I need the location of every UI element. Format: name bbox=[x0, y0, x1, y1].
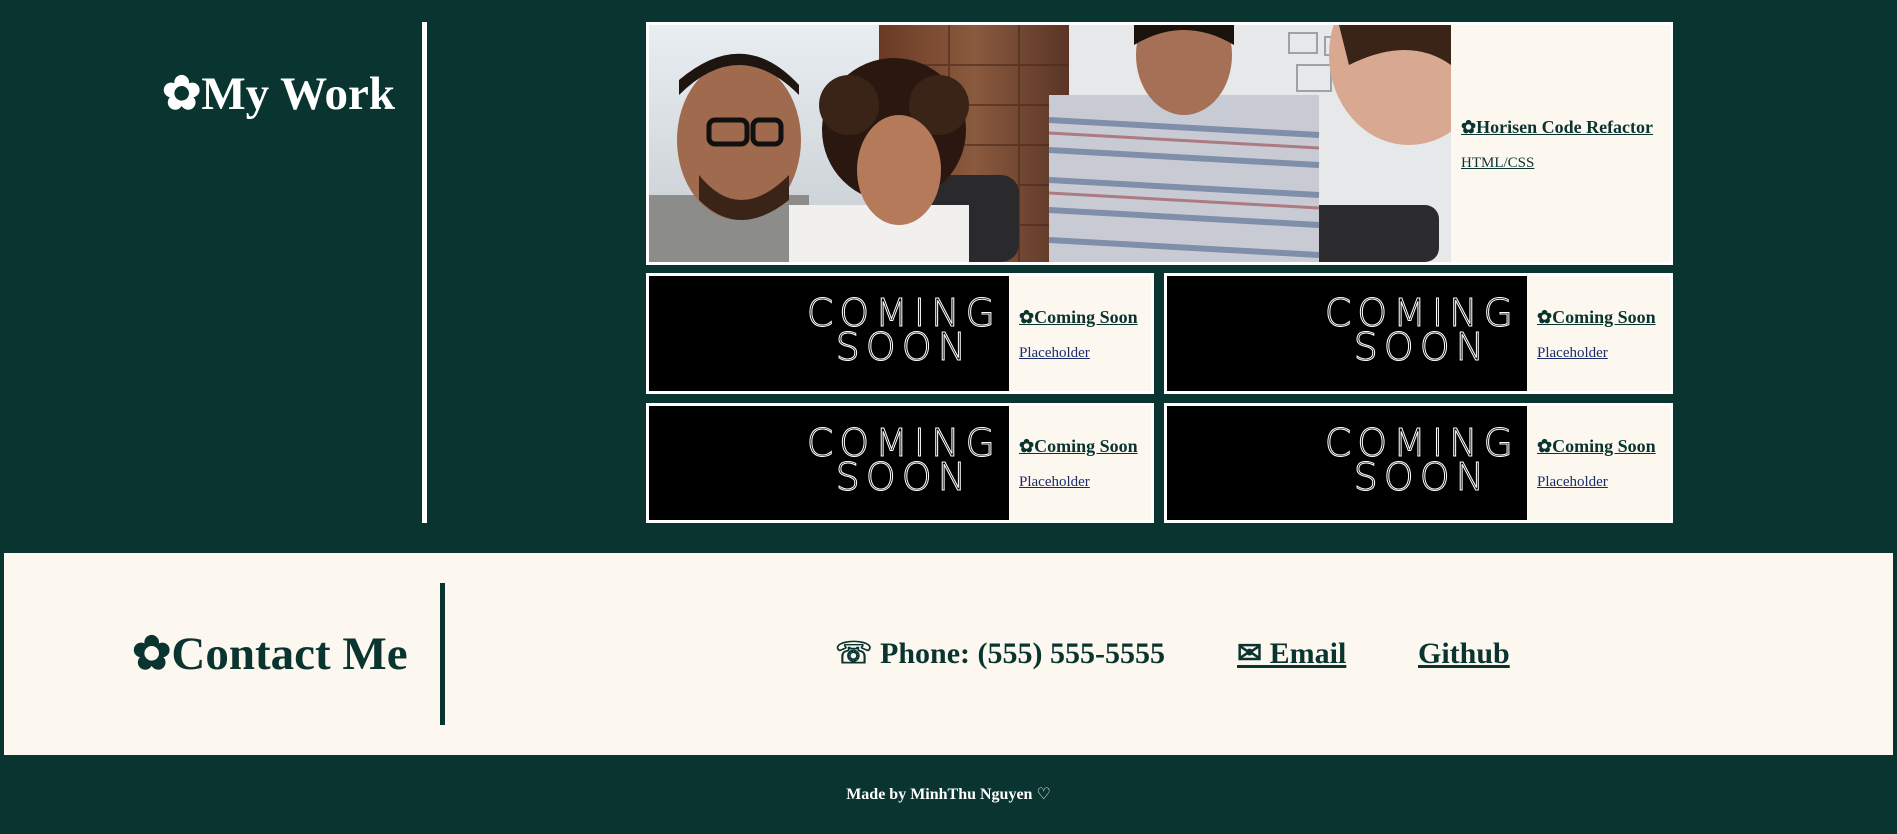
project-card-3[interactable]: COMING SOON ✿Coming Soon Placeholder bbox=[646, 403, 1154, 523]
featured-project-card[interactable]: ✿Horisen Code Refactor HTML/CSS bbox=[646, 22, 1673, 265]
project-placeholder-link[interactable]: Placeholder bbox=[1019, 473, 1151, 491]
coming-soon-image-text: SOON bbox=[835, 325, 973, 369]
coming-soon-image: COMING SOON bbox=[649, 276, 1009, 391]
coming-soon-image-text: SOON bbox=[835, 455, 973, 499]
email-link[interactable]: ✉ Email bbox=[1237, 636, 1346, 672]
coming-soon-image: COMING SOON bbox=[1167, 276, 1527, 391]
team-photo-image bbox=[649, 25, 1489, 262]
project-info: ✿Coming Soon Placeholder bbox=[1009, 276, 1151, 391]
project-info: ✿Coming Soon Placeholder bbox=[1527, 276, 1670, 391]
featured-project-info: ✿Horisen Code Refactor HTML/CSS bbox=[1451, 25, 1670, 262]
github-link[interactable]: Github bbox=[1418, 636, 1510, 672]
project-card-1[interactable]: COMING SOON ✿Coming Soon Placeholder bbox=[646, 273, 1154, 394]
featured-project-tech-link[interactable]: HTML/CSS bbox=[1461, 154, 1670, 172]
phone-text: ☏ Phone: (555) 555-5555 bbox=[835, 637, 1165, 670]
project-card-4[interactable]: COMING SOON ✿Coming Soon Placeholder bbox=[1164, 403, 1673, 523]
coming-soon-image: COMING SOON bbox=[649, 406, 1009, 520]
project-title-link[interactable]: ✿Coming Soon bbox=[1537, 306, 1670, 328]
project-title-link[interactable]: ✿Coming Soon bbox=[1537, 435, 1670, 457]
featured-project-title-link[interactable]: ✿Horisen Code Refactor bbox=[1461, 116, 1670, 138]
work-divider bbox=[422, 22, 427, 523]
coming-soon-image: COMING SOON bbox=[1167, 406, 1527, 520]
project-placeholder-link[interactable]: Placeholder bbox=[1537, 473, 1670, 491]
project-placeholder-link[interactable]: Placeholder bbox=[1019, 344, 1151, 362]
footer-credit: Made by MinhThu Nguyen ♡ bbox=[846, 786, 1051, 803]
coming-soon-image-text: SOON bbox=[1353, 325, 1491, 369]
project-card-2[interactable]: COMING SOON ✿Coming Soon Placeholder bbox=[1164, 273, 1673, 394]
project-placeholder-link[interactable]: Placeholder bbox=[1537, 344, 1670, 362]
coming-soon-image-text: SOON bbox=[1353, 455, 1491, 499]
project-info: ✿Coming Soon Placeholder bbox=[1009, 406, 1151, 520]
contact-divider bbox=[440, 583, 445, 725]
project-title-link[interactable]: ✿Coming Soon bbox=[1019, 306, 1151, 328]
project-title-link[interactable]: ✿Coming Soon bbox=[1019, 435, 1151, 457]
contact-me-heading: ✿Contact Me bbox=[132, 628, 408, 680]
project-info: ✿Coming Soon Placeholder bbox=[1527, 406, 1670, 520]
my-work-heading: ✿My Work bbox=[161, 68, 395, 120]
